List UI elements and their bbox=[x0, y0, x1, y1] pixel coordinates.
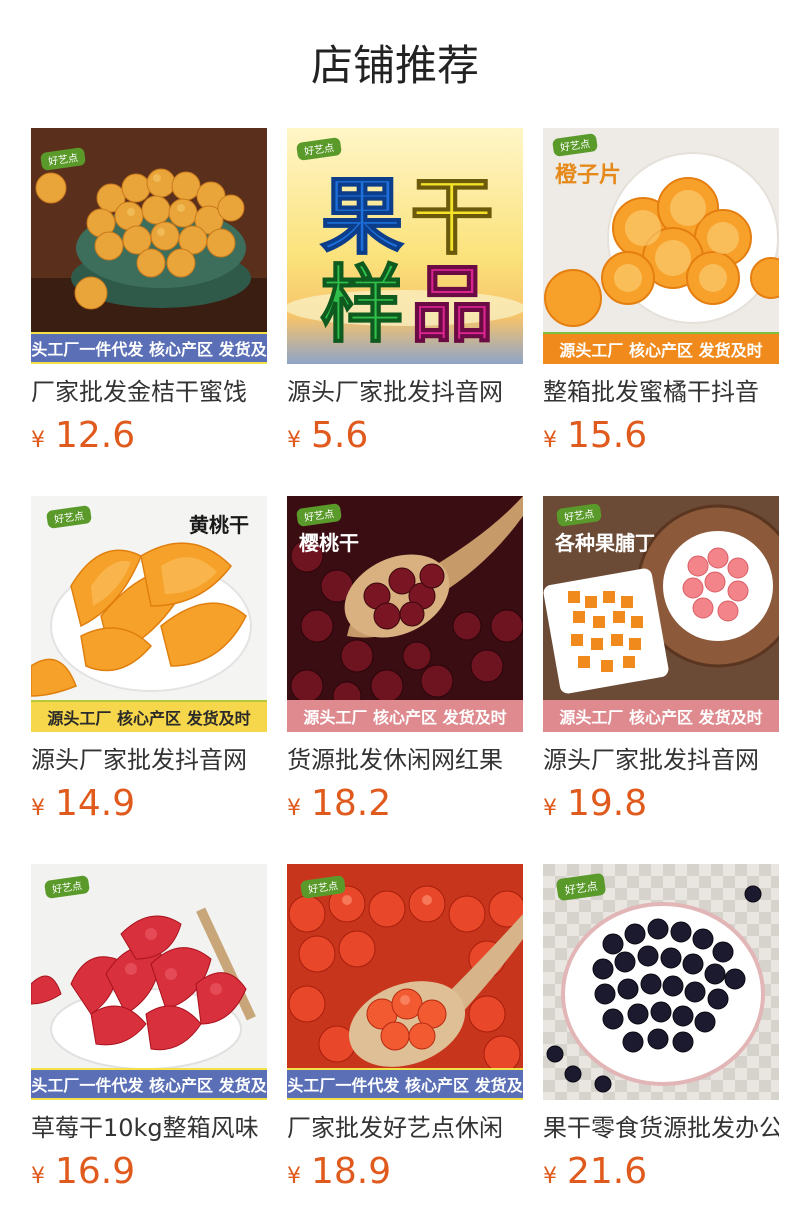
product-card[interactable]: 好艺点 源头工厂一件代发 核心产区 发货及时 厂家批发金桔干蜜饯 ¥ 12.6 bbox=[31, 128, 267, 457]
diced-fruit-bowls-image[interactable]: 好艺点 各种果脯丁 源头工厂 核心产区 发货及时 bbox=[543, 496, 779, 732]
price-value: 18.2 bbox=[311, 783, 392, 824]
product-title[interactable]: 源头厂家批发抖音网 bbox=[543, 744, 779, 776]
dried-cherries-spoon-image[interactable]: 好艺点 樱桃干 源头工厂 核心产区 发货及时 bbox=[287, 496, 523, 732]
image-label: 橙子片 bbox=[555, 163, 621, 188]
currency-symbol: ¥ bbox=[31, 1164, 45, 1189]
orange-slices-plate-image[interactable]: 好艺点 橙子片 源头工厂 核心产区 发货及时 bbox=[543, 128, 779, 364]
kumquat-bowl-image[interactable]: 好艺点 源头工厂一件代发 核心产区 发货及时 bbox=[31, 128, 267, 364]
price-value: 18.9 bbox=[311, 1151, 392, 1192]
price-value: 21.6 bbox=[567, 1151, 648, 1192]
dried-strawberry-bowl-image[interactable]: 好艺点 源头工厂一件代发 核心产区 发货及时 bbox=[31, 864, 267, 1100]
product-title[interactable]: 整箱批发蜜橘干抖音 bbox=[543, 376, 779, 408]
product-price: ¥ 18.2 bbox=[287, 782, 523, 826]
price-value: 12.6 bbox=[55, 415, 136, 456]
dried-fruit-sample-poster-image[interactable]: 好艺点 果 干 样 品 bbox=[287, 128, 523, 364]
currency-symbol: ¥ bbox=[287, 796, 301, 821]
product-banner: 源头工厂一件代发 核心产区 发货及时 bbox=[31, 332, 267, 364]
currency-symbol: ¥ bbox=[31, 796, 45, 821]
product-title[interactable]: 草莓干10kg整箱风味 bbox=[31, 1112, 267, 1144]
product-title[interactable]: 厂家批发金桔干蜜饯 bbox=[31, 376, 267, 408]
product-banner: 源头工厂一件代发 核心产区 发货及时 bbox=[31, 1068, 267, 1100]
product-card[interactable]: 好艺点 樱桃干 源头工厂 核心产区 发货及时 货源批发休闲网红果 ¥ 18.2 bbox=[287, 496, 523, 825]
product-title[interactable]: 源头厂家批发抖音网 bbox=[31, 744, 267, 776]
currency-symbol: ¥ bbox=[543, 1164, 557, 1189]
product-price: ¥ 18.9 bbox=[287, 1150, 523, 1194]
product-price: ¥ 12.6 bbox=[31, 414, 267, 458]
product-title[interactable]: 货源批发休闲网红果 bbox=[287, 744, 523, 776]
product-card[interactable]: 好艺点 各种果脯丁 源头工厂 核心产区 发货及时 源头厂家批发抖音网 ¥ 19.… bbox=[543, 496, 779, 825]
product-price: ¥ 5.6 bbox=[287, 414, 523, 458]
page-title: 店铺推荐 bbox=[310, 41, 479, 90]
product-banner: 源头工厂 核心产区 发货及时 bbox=[543, 700, 779, 732]
product-price: ¥ 15.6 bbox=[543, 414, 779, 458]
price-value: 15.6 bbox=[567, 415, 648, 456]
currency-symbol: ¥ bbox=[287, 428, 301, 453]
product-title[interactable]: 厂家批发好艺点休闲 bbox=[287, 1112, 523, 1144]
price-value: 16.9 bbox=[55, 1151, 136, 1192]
product-card[interactable]: 好艺点 黄桃干 源头工厂 核心产区 发货及时 源头厂家批发抖音网 ¥ 14.9 bbox=[31, 496, 267, 825]
poster-char-2: 干 bbox=[410, 168, 494, 266]
currency-symbol: ¥ bbox=[543, 796, 557, 821]
dried-blueberry-bowl-image[interactable]: 好艺点 bbox=[543, 864, 779, 1100]
candied-tomato-spoon-image[interactable]: 好艺点 源头工厂一件代发 核心产区 发货及时 bbox=[287, 864, 523, 1100]
product-price: ¥ 19.8 bbox=[543, 782, 779, 826]
image-label: 各种果脯丁 bbox=[554, 531, 655, 555]
price-value: 5.6 bbox=[311, 415, 369, 456]
image-label: 黄桃干 bbox=[189, 513, 249, 537]
poster-char-1: 果 bbox=[320, 168, 404, 266]
product-card[interactable]: 好艺点 源头工厂一件代发 核心产区 发货及时 厂家批发好艺点休闲 ¥ 18.9 bbox=[287, 864, 523, 1193]
price-value: 19.8 bbox=[567, 783, 648, 824]
product-card[interactable]: 好艺点 果 干 样 品 源头厂家批发抖音网 ¥ 5.6 bbox=[287, 128, 523, 457]
product-card[interactable]: 好艺点 源头工厂一件代发 核心产区 发货及时 草莓干10kg整箱风味 ¥ 16.… bbox=[31, 864, 267, 1193]
product-price: ¥ 14.9 bbox=[31, 782, 267, 826]
product-price: ¥ 21.6 bbox=[543, 1150, 779, 1194]
product-banner: 源头工厂 核心产区 发货及时 bbox=[287, 700, 523, 732]
poster-char-3: 样 bbox=[320, 256, 404, 354]
currency-symbol: ¥ bbox=[31, 428, 45, 453]
product-card[interactable]: 好艺点 果干零食货源批发办公 ¥ 21.6 bbox=[543, 864, 779, 1193]
product-banner: 源头工厂一件代发 核心产区 发货及时 bbox=[287, 1068, 523, 1100]
product-banner: 源头工厂 核心产区 发货及时 bbox=[31, 700, 267, 732]
price-value: 14.9 bbox=[55, 783, 136, 824]
currency-symbol: ¥ bbox=[543, 428, 557, 453]
product-price: ¥ 16.9 bbox=[31, 1150, 267, 1194]
image-label: 樱桃干 bbox=[299, 531, 359, 555]
product-title[interactable]: 源头厂家批发抖音网 bbox=[287, 376, 523, 408]
product-title[interactable]: 果干零食货源批发办公 bbox=[543, 1112, 779, 1144]
store-recommendation-page: 店铺推荐 好艺点 头工厂一件代发 核心产区 发货及 厂家批发金桔干蜜饯 ¥ 12… bbox=[0, 0, 790, 1232]
product-grid: 好艺点 源头工厂一件代发 核心产区 发货及时 厂家批发金桔干蜜饯 ¥ 12.6 bbox=[31, 128, 779, 1193]
product-banner: 源头工厂 核心产区 发货及时 bbox=[543, 332, 779, 364]
poster-char-4: 品 bbox=[410, 256, 494, 354]
product-card[interactable]: 好艺点 橙子片 源头工厂 核心产区 发货及时 整箱批发蜜橘干抖音 ¥ 15.6 bbox=[543, 128, 779, 457]
dried-peach-plate-image[interactable]: 好艺点 黄桃干 源头工厂 核心产区 发货及时 bbox=[31, 496, 267, 732]
currency-symbol: ¥ bbox=[287, 1164, 301, 1189]
